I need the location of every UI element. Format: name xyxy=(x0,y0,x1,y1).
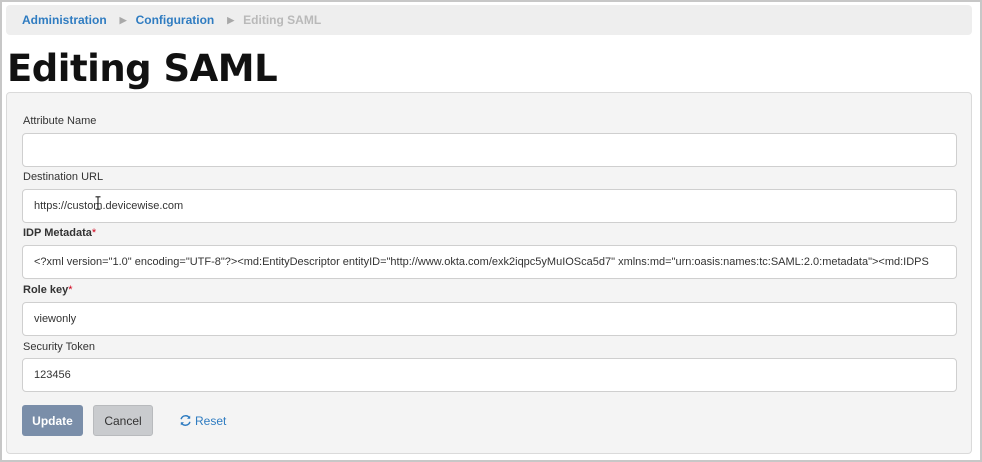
role-key-input[interactable] xyxy=(22,302,957,336)
required-mark: * xyxy=(68,284,73,296)
saml-form: Attribute Name Destination URL IDP Metad… xyxy=(6,92,972,454)
refresh-icon xyxy=(179,414,192,427)
security-token-label: Security Token xyxy=(23,341,95,353)
breadcrumb-item-configuration[interactable]: Configuration xyxy=(136,13,215,27)
destination-url-label: Destination URL xyxy=(23,171,104,183)
i-beam-cursor-icon xyxy=(95,196,101,210)
security-token-input[interactable] xyxy=(22,358,957,392)
attribute-name-label: Attribute Name xyxy=(23,115,97,127)
breadcrumb-item-administration[interactable]: Administration xyxy=(22,13,107,27)
attribute-name-input[interactable] xyxy=(22,133,957,167)
triangle-right-icon: ▶ xyxy=(227,14,235,25)
role-key-label: Role key* xyxy=(23,284,73,296)
cancel-button[interactable]: Cancel xyxy=(93,405,153,436)
idp-metadata-input[interactable] xyxy=(22,245,957,279)
idp-metadata-label-text: IDP Metadata xyxy=(23,227,92,239)
required-mark: * xyxy=(91,227,97,239)
reset-button[interactable]: Reset xyxy=(173,405,227,436)
reset-label: Reset xyxy=(195,413,227,428)
breadcrumb-current: Editing SAML xyxy=(243,13,322,27)
destination-url-input[interactable] xyxy=(22,189,957,223)
idp-metadata-label: IDP Metadata* xyxy=(23,227,96,239)
breadcrumb: Administration ▶ Configuration ▶ Editing… xyxy=(6,5,972,35)
page-title: Editing SAML xyxy=(7,47,278,90)
triangle-right-icon: ▶ xyxy=(119,14,127,25)
update-button[interactable]: Update xyxy=(22,405,83,436)
role-key-label-text: Role key xyxy=(23,284,69,296)
